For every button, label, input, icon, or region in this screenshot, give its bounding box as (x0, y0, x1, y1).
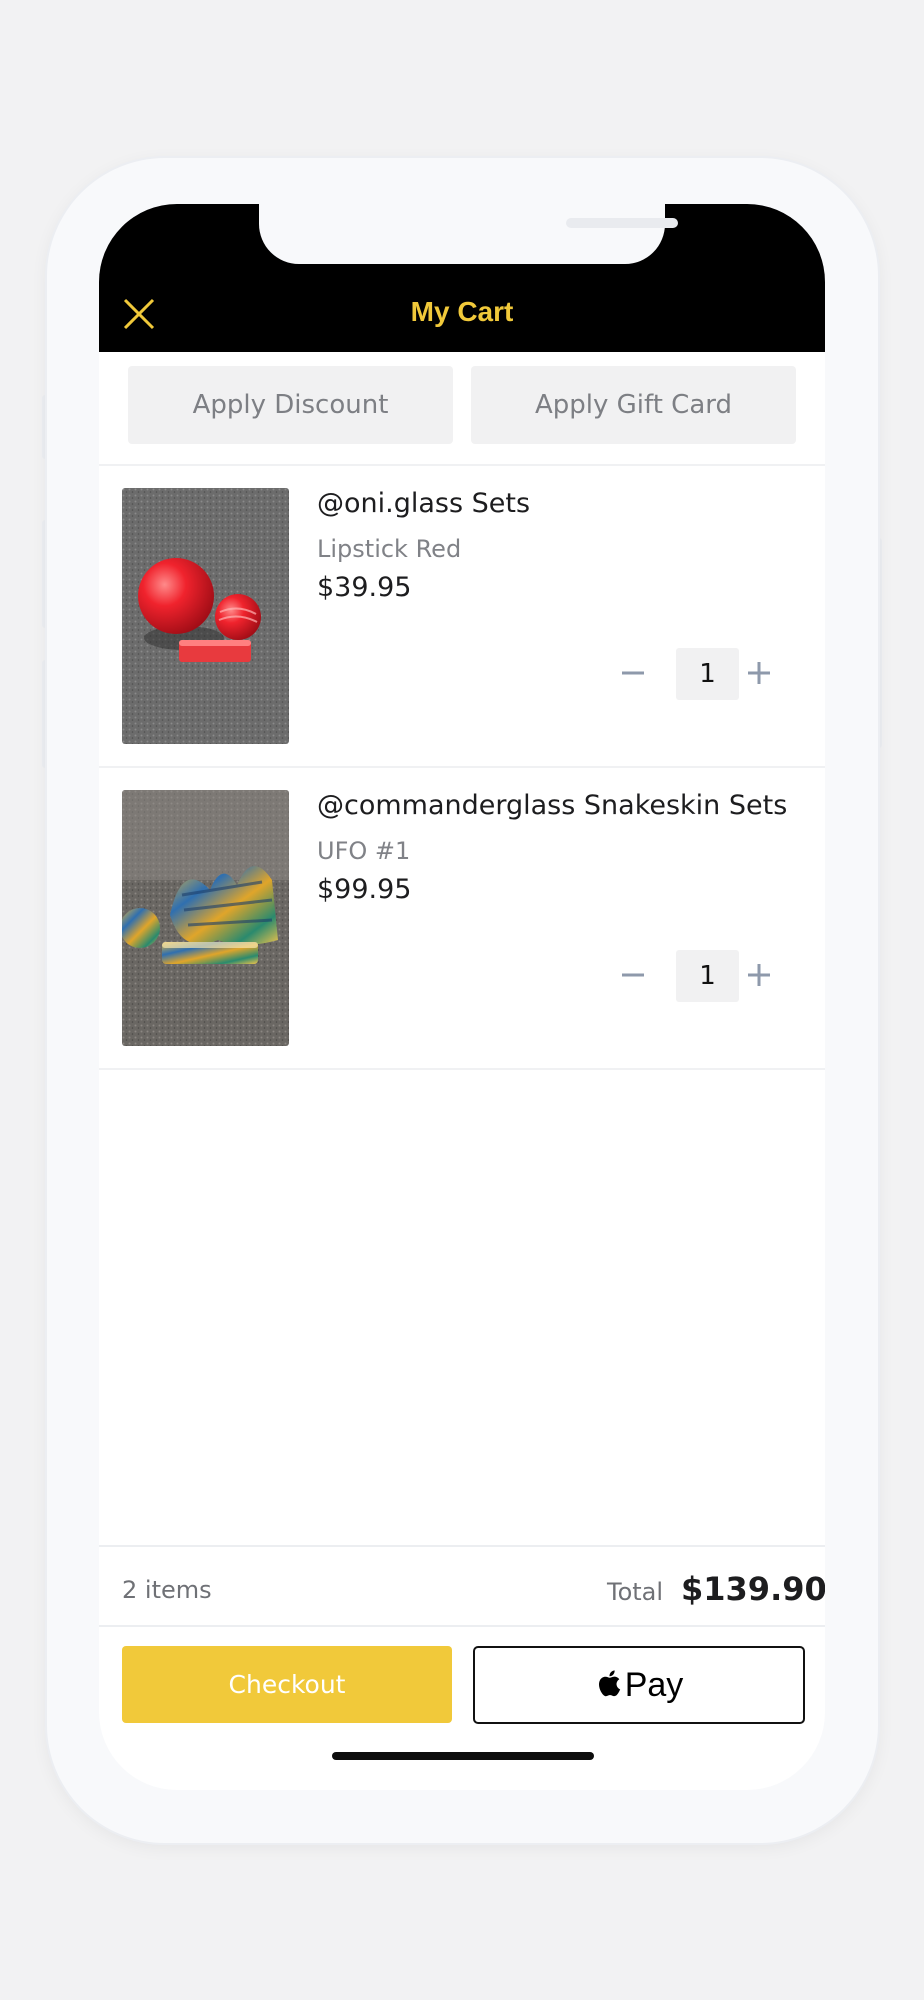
items-count: 2 items (122, 1576, 212, 1604)
product-price: $99.95 (317, 874, 412, 905)
quantity-value: 1 (676, 648, 739, 700)
total-value: $139.90 (681, 1570, 825, 1608)
apply-gift-card-button[interactable]: Apply Gift Card (471, 366, 796, 444)
total-label: Total (607, 1578, 664, 1606)
summary-divider (99, 1545, 825, 1547)
apply-discount-button[interactable]: Apply Discount (128, 366, 453, 444)
cart-screen: My Cart Apply Discount Apply Gift Card @… (99, 204, 825, 1790)
product-image (122, 790, 289, 1046)
product-price: $39.95 (317, 572, 412, 603)
summary-divider (99, 1625, 825, 1627)
product-name[interactable]: @oni.glass Sets (317, 488, 530, 519)
product-variant: UFO #1 (317, 837, 411, 865)
increase-quantity-button[interactable] (739, 955, 779, 995)
header-bar: My Cart (99, 204, 825, 352)
product-image (122, 488, 289, 744)
increase-quantity-button[interactable] (739, 653, 779, 693)
speaker-grille (566, 218, 678, 228)
product-name[interactable]: @commanderglass Snakeskin Sets (317, 790, 787, 821)
decrease-quantity-button[interactable] (613, 653, 653, 693)
device-notch (259, 204, 678, 264)
home-indicator (332, 1752, 594, 1760)
apple-logo-icon (595, 1667, 621, 1703)
checkout-button[interactable]: Checkout (122, 1646, 452, 1723)
quantity-value: 1 (676, 950, 739, 1002)
cart-item: @commanderglass Snakeskin Sets UFO #1 $9… (99, 768, 825, 1068)
divider (99, 1068, 825, 1070)
apple-pay-button[interactable]: Pay (473, 1646, 805, 1724)
product-variant: Lipstick Red (317, 535, 462, 563)
page-title: My Cart (410, 296, 514, 327)
decrease-quantity-button[interactable] (613, 955, 653, 995)
apple-pay-label: Pay (624, 1665, 684, 1704)
cart-item: @oni.glass Sets Lipstick Red $39.95 1 (99, 466, 825, 766)
